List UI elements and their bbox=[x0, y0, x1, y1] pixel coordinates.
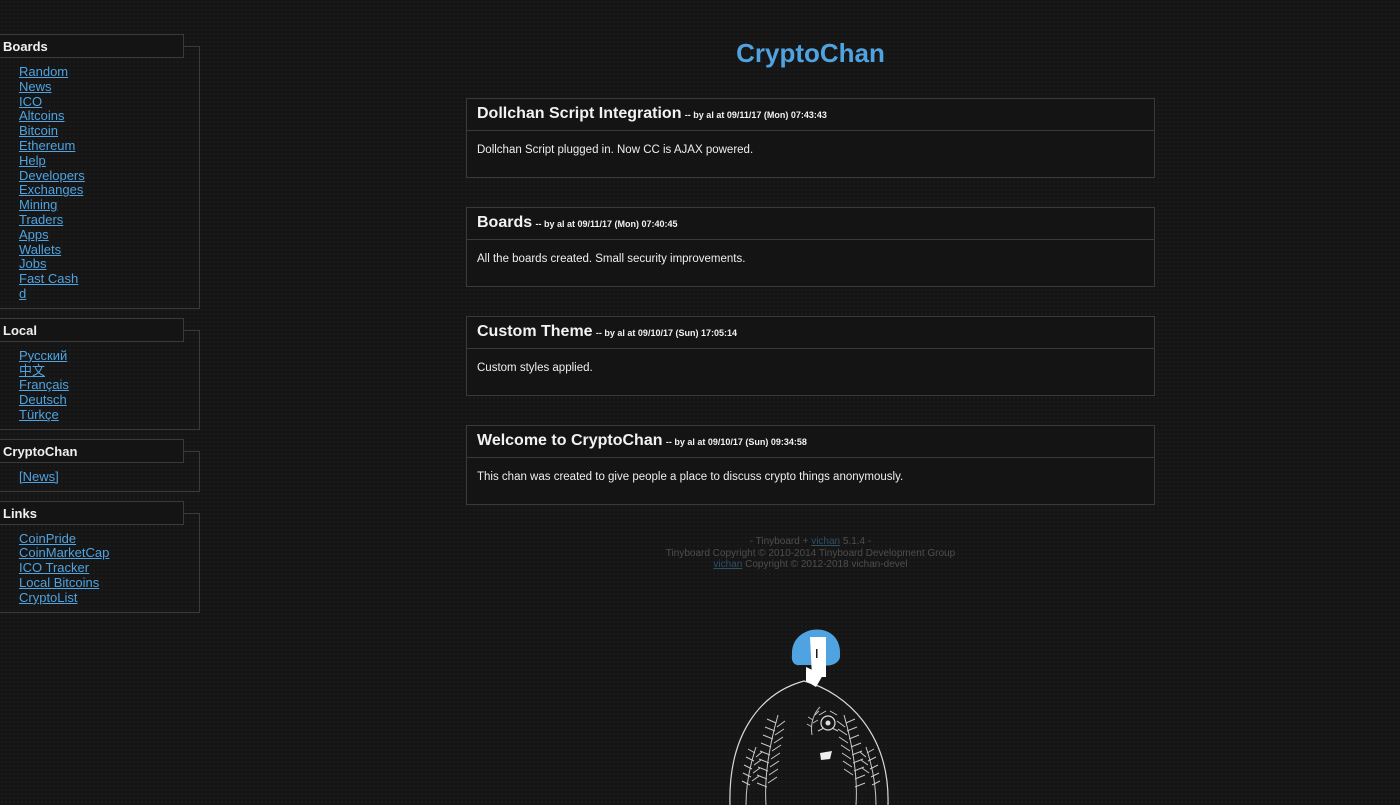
post-title: Boards bbox=[477, 214, 533, 231]
board-link-exchanges[interactable]: Exchanges bbox=[19, 183, 199, 198]
footer: - Tinyboard + vichan 5.1.4 - Tinyboard C… bbox=[466, 536, 1155, 571]
news-link[interactable]: [News] bbox=[19, 469, 199, 485]
board-link-bitcoin[interactable]: Bitcoin bbox=[19, 123, 199, 139]
external-link-local-bitcoins[interactable]: Local Bitcoins bbox=[19, 575, 199, 591]
external-link-coinpride[interactable]: CoinPride bbox=[19, 531, 199, 547]
sidebar-section-title: Links bbox=[0, 500, 184, 525]
vichan-link[interactable]: vichan bbox=[713, 559, 742, 570]
post-meta: -- by al at 09/10/17 (Sun) 17:05:14 bbox=[595, 328, 737, 338]
news-post: Custom Theme -- by al at 09/10/17 (Sun) … bbox=[466, 316, 1155, 396]
footer-text: 5.1.4 - bbox=[842, 536, 872, 547]
post-header: Boards -- by al at 09/11/17 (Mon) 07:40:… bbox=[467, 208, 1154, 240]
board-link-apps[interactable]: Apps bbox=[19, 227, 199, 243]
vichan-link[interactable]: vichan bbox=[811, 536, 840, 547]
post-meta: -- by al at 09/11/17 (Mon) 07:40:45 bbox=[535, 219, 678, 229]
mascot-illustration bbox=[729, 629, 889, 805]
external-link-ico-tracker[interactable]: ICO Tracker bbox=[19, 560, 199, 576]
post-meta: -- by al at 09/11/17 (Mon) 07:43:43 bbox=[684, 110, 827, 120]
language-link-russian[interactable]: Русский bbox=[19, 348, 199, 364]
board-link-jobs[interactable]: Jobs bbox=[19, 257, 199, 272]
post-body: Custom styles applied. bbox=[477, 362, 593, 374]
post-header: Welcome to CryptoChan -- by al at 09/10/… bbox=[467, 426, 1154, 458]
board-link-mining[interactable]: Mining bbox=[19, 197, 199, 213]
sidebar-section-boards: Boards Random News ICO Altcoins Bitcoin … bbox=[0, 34, 202, 309]
sidebar-section-local: Local Русский 中文 Français Deutsch Türkçe bbox=[0, 317, 202, 430]
board-link-ico[interactable]: ICO bbox=[19, 94, 199, 110]
footer-line-vichan: vichan Copyright © 2012-2018 vichan-deve… bbox=[466, 559, 1155, 571]
sidebar-section-title: Boards bbox=[0, 34, 184, 58]
language-link-turkish[interactable]: Türkçe bbox=[19, 407, 199, 423]
site-title: CryptoChan bbox=[736, 38, 885, 68]
footer-text: - Tinyboard + bbox=[749, 536, 809, 547]
language-link-french[interactable]: Français bbox=[19, 378, 199, 393]
post-title: Welcome to CryptoChan bbox=[477, 432, 663, 449]
external-link-cryptolist[interactable]: CryptoList bbox=[19, 590, 199, 606]
news-post: Dollchan Script Integration -- by al at … bbox=[466, 98, 1155, 178]
post-body: This chan was created to give people a p… bbox=[477, 471, 904, 483]
language-link-german[interactable]: Deutsch bbox=[19, 392, 199, 408]
sidebar-section-title: CryptoChan bbox=[0, 438, 184, 463]
sidebar-section-links: Links CoinPride CoinMarketCap ICO Tracke… bbox=[0, 500, 202, 613]
board-link-news[interactable]: News bbox=[19, 79, 199, 95]
board-link-wallets[interactable]: Wallets bbox=[19, 242, 199, 258]
board-link-random[interactable]: Random bbox=[19, 64, 199, 80]
news-post: Boards -- by al at 09/11/17 (Mon) 07:40:… bbox=[466, 207, 1155, 287]
language-links: Русский 中文 Français Deutsch Türkçe bbox=[0, 329, 200, 430]
post-body: All the boards created. Small security i… bbox=[477, 253, 746, 265]
footer-line-version: - Tinyboard + vichan 5.1.4 - bbox=[466, 536, 1155, 548]
sidebar-section-title: Local bbox=[0, 317, 184, 342]
external-link-coinmarketcap[interactable]: CoinMarketCap bbox=[19, 546, 199, 561]
board-link-fast-cash[interactable]: Fast Cash bbox=[19, 271, 199, 287]
news-post: Welcome to CryptoChan -- by al at 09/10/… bbox=[466, 425, 1155, 505]
board-links: Random News ICO Altcoins Bitcoin Ethereu… bbox=[0, 46, 200, 309]
post-body: Dollchan Script plugged in. Now CC is AJ… bbox=[477, 144, 754, 156]
post-title: Custom Theme bbox=[477, 323, 593, 340]
board-link-altcoins[interactable]: Altcoins bbox=[19, 109, 199, 124]
post-meta: -- by al at 09/10/17 (Sun) 09:34:58 bbox=[665, 437, 807, 447]
footer-text: Copyright © 2012-2018 vichan-devel bbox=[745, 559, 908, 570]
post-header: Dollchan Script Integration -- by al at … bbox=[467, 99, 1154, 131]
sidebar-section-cryptochan: CryptoChan [News] bbox=[0, 438, 202, 492]
footer-copyright-tinyboard: Tinyboard Copyright © 2010-2014 Tinyboar… bbox=[665, 547, 956, 559]
post-header: Custom Theme -- by al at 09/10/17 (Sun) … bbox=[467, 317, 1154, 349]
board-link-ethereum[interactable]: Ethereum bbox=[19, 138, 199, 154]
board-link-developers[interactable]: Developers bbox=[19, 168, 199, 184]
post-title: Dollchan Script Integration bbox=[477, 105, 682, 122]
sidebar: Boards Random News ICO Altcoins Bitcoin … bbox=[0, 34, 202, 622]
board-link-help[interactable]: Help bbox=[19, 153, 199, 169]
board-link-traders[interactable]: Traders bbox=[19, 212, 199, 228]
external-links: CoinPride CoinMarketCap ICO Tracker Loca… bbox=[0, 512, 200, 613]
board-link-d[interactable]: d bbox=[19, 286, 199, 302]
language-link-chinese[interactable]: 中文 bbox=[19, 363, 199, 379]
